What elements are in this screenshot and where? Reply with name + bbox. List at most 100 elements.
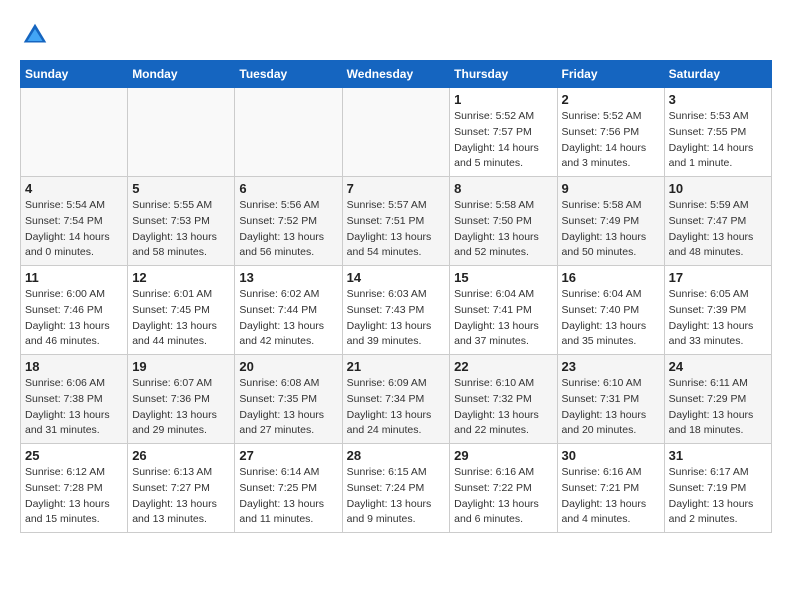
day-number: 19 [132, 359, 230, 374]
day-number: 27 [239, 448, 337, 463]
calendar-cell: 8 Sunrise: 5:58 AMSunset: 7:50 PMDaylight… [450, 177, 557, 266]
calendar-cell [342, 88, 450, 177]
day-info: Sunrise: 6:00 AMSunset: 7:46 PMDaylight:… [25, 287, 123, 350]
calendar-cell: 14 Sunrise: 6:03 AMSunset: 7:43 PMDayligh… [342, 266, 450, 355]
calendar-cell: 23 Sunrise: 6:10 AMSunset: 7:31 PMDayligh… [557, 355, 664, 444]
day-info: Sunrise: 6:11 AMSunset: 7:29 PMDaylight:… [669, 376, 767, 439]
day-number: 6 [239, 181, 337, 196]
day-number: 8 [454, 181, 552, 196]
calendar-cell: 2 Sunrise: 5:52 AMSunset: 7:56 PMDaylight… [557, 88, 664, 177]
calendar-cell: 1 Sunrise: 5:52 AMSunset: 7:57 PMDaylight… [450, 88, 557, 177]
day-number: 20 [239, 359, 337, 374]
day-number: 26 [132, 448, 230, 463]
calendar-cell: 24 Sunrise: 6:11 AMSunset: 7:29 PMDayligh… [664, 355, 771, 444]
calendar-cell: 5 Sunrise: 5:55 AMSunset: 7:53 PMDaylight… [128, 177, 235, 266]
calendar-week-row: 1 Sunrise: 5:52 AMSunset: 7:57 PMDaylight… [21, 88, 772, 177]
day-number: 14 [347, 270, 446, 285]
weekday-header-monday: Monday [128, 61, 235, 88]
calendar-cell [235, 88, 342, 177]
day-info: Sunrise: 6:16 AMSunset: 7:22 PMDaylight:… [454, 465, 552, 528]
day-info: Sunrise: 5:55 AMSunset: 7:53 PMDaylight:… [132, 198, 230, 261]
day-info: Sunrise: 6:17 AMSunset: 7:19 PMDaylight:… [669, 465, 767, 528]
calendar-week-row: 25Sunrise: 6:12 AMSunset: 7:28 PMDayligh… [21, 444, 772, 533]
day-number: 2 [562, 92, 660, 107]
day-number: 1 [454, 92, 552, 107]
calendar-cell: 7 Sunrise: 5:57 AMSunset: 7:51 PMDaylight… [342, 177, 450, 266]
day-number: 21 [347, 359, 446, 374]
calendar-cell: 27 Sunrise: 6:14 AMSunset: 7:25 PMDayligh… [235, 444, 342, 533]
day-number: 12 [132, 270, 230, 285]
day-info: Sunrise: 5:52 AMSunset: 7:56 PMDaylight:… [562, 109, 660, 172]
calendar-header-row: SundayMondayTuesdayWednesdayThursdayFrid… [21, 61, 772, 88]
day-info: Sunrise: 5:58 AMSunset: 7:49 PMDaylight:… [562, 198, 660, 261]
calendar-week-row: 4Sunrise: 5:54 AMSunset: 7:54 PMDaylight… [21, 177, 772, 266]
calendar-cell: 3Sunrise: 5:53 AMSunset: 7:55 PMDaylight… [664, 88, 771, 177]
day-number: 18 [25, 359, 123, 374]
calendar-cell: 9Sunrise: 5:58 AMSunset: 7:49 PMDaylight… [557, 177, 664, 266]
day-number: 25 [25, 448, 123, 463]
day-info: Sunrise: 6:04 AMSunset: 7:41 PMDaylight:… [454, 287, 552, 350]
calendar-cell: 22 Sunrise: 6:10 AMSunset: 7:32 PMDayligh… [450, 355, 557, 444]
day-info: Sunrise: 6:10 AMSunset: 7:31 PMDaylight:… [562, 376, 660, 439]
calendar-cell: 30 Sunrise: 6:16 AMSunset: 7:21 PMDayligh… [557, 444, 664, 533]
day-number: 29 [454, 448, 552, 463]
day-info: Sunrise: 6:14 AMSunset: 7:25 PMDaylight:… [239, 465, 337, 528]
day-info: Sunrise: 5:54 AMSunset: 7:54 PMDaylight:… [25, 198, 123, 261]
weekday-header-saturday: Saturday [664, 61, 771, 88]
calendar-cell: 11 Sunrise: 6:00 AMSunset: 7:46 PMDayligh… [21, 266, 128, 355]
day-number: 7 [347, 181, 446, 196]
day-info: Sunrise: 6:16 AMSunset: 7:21 PMDaylight:… [562, 465, 660, 528]
day-number: 11 [25, 270, 123, 285]
day-number: 30 [562, 448, 660, 463]
weekday-header-friday: Friday [557, 61, 664, 88]
calendar-cell: 10Sunrise: 5:59 AMSunset: 7:47 PMDayligh… [664, 177, 771, 266]
day-info: Sunrise: 6:15 AMSunset: 7:24 PMDaylight:… [347, 465, 446, 528]
day-info: Sunrise: 6:10 AMSunset: 7:32 PMDaylight:… [454, 376, 552, 439]
day-info: Sunrise: 6:03 AMSunset: 7:43 PMDaylight:… [347, 287, 446, 350]
day-info: Sunrise: 6:02 AMSunset: 7:44 PMDaylight:… [239, 287, 337, 350]
weekday-header-thursday: Thursday [450, 61, 557, 88]
calendar-cell: 17 Sunrise: 6:05 AMSunset: 7:39 PMDayligh… [664, 266, 771, 355]
calendar-cell [21, 88, 128, 177]
calendar-cell: 20 Sunrise: 6:08 AMSunset: 7:35 PMDayligh… [235, 355, 342, 444]
calendar-cell: 15 Sunrise: 6:04 AMSunset: 7:41 PMDayligh… [450, 266, 557, 355]
calendar-cell: 25Sunrise: 6:12 AMSunset: 7:28 PMDayligh… [21, 444, 128, 533]
day-info: Sunrise: 5:56 AMSunset: 7:52 PMDaylight:… [239, 198, 337, 261]
day-info: Sunrise: 6:08 AMSunset: 7:35 PMDaylight:… [239, 376, 337, 439]
calendar-cell: 16Sunrise: 6:04 AMSunset: 7:40 PMDayligh… [557, 266, 664, 355]
calendar-cell: 29 Sunrise: 6:16 AMSunset: 7:22 PMDayligh… [450, 444, 557, 533]
day-number: 5 [132, 181, 230, 196]
day-number: 24 [669, 359, 767, 374]
day-number: 16 [562, 270, 660, 285]
day-number: 15 [454, 270, 552, 285]
day-info: Sunrise: 5:59 AMSunset: 7:47 PMDaylight:… [669, 198, 767, 261]
calendar-table: SundayMondayTuesdayWednesdayThursdayFrid… [20, 60, 772, 533]
day-number: 17 [669, 270, 767, 285]
day-number: 13 [239, 270, 337, 285]
calendar-cell: 26 Sunrise: 6:13 AMSunset: 7:27 PMDayligh… [128, 444, 235, 533]
day-info: Sunrise: 6:05 AMSunset: 7:39 PMDaylight:… [669, 287, 767, 350]
calendar-week-row: 18 Sunrise: 6:06 AMSunset: 7:38 PMDayligh… [21, 355, 772, 444]
day-number: 31 [669, 448, 767, 463]
day-info: Sunrise: 6:09 AMSunset: 7:34 PMDaylight:… [347, 376, 446, 439]
logo [20, 20, 55, 50]
day-number: 23 [562, 359, 660, 374]
day-info: Sunrise: 5:53 AMSunset: 7:55 PMDaylight:… [669, 109, 767, 172]
calendar-cell [128, 88, 235, 177]
day-info: Sunrise: 5:58 AMSunset: 7:50 PMDaylight:… [454, 198, 552, 261]
calendar-week-row: 11 Sunrise: 6:00 AMSunset: 7:46 PMDayligh… [21, 266, 772, 355]
calendar-cell: 31 Sunrise: 6:17 AMSunset: 7:19 PMDayligh… [664, 444, 771, 533]
day-info: Sunrise: 6:13 AMSunset: 7:27 PMDaylight:… [132, 465, 230, 528]
day-info: Sunrise: 6:06 AMSunset: 7:38 PMDaylight:… [25, 376, 123, 439]
calendar-cell: 19Sunrise: 6:07 AMSunset: 7:36 PMDayligh… [128, 355, 235, 444]
day-info: Sunrise: 6:01 AMSunset: 7:45 PMDaylight:… [132, 287, 230, 350]
day-info: Sunrise: 5:57 AMSunset: 7:51 PMDaylight:… [347, 198, 446, 261]
weekday-header-tuesday: Tuesday [235, 61, 342, 88]
day-info: Sunrise: 5:52 AMSunset: 7:57 PMDaylight:… [454, 109, 552, 172]
day-number: 28 [347, 448, 446, 463]
weekday-header-wednesday: Wednesday [342, 61, 450, 88]
calendar-cell: 21 Sunrise: 6:09 AMSunset: 7:34 PMDayligh… [342, 355, 450, 444]
calendar-cell: 13 Sunrise: 6:02 AMSunset: 7:44 PMDayligh… [235, 266, 342, 355]
calendar-cell: 18 Sunrise: 6:06 AMSunset: 7:38 PMDayligh… [21, 355, 128, 444]
day-number: 22 [454, 359, 552, 374]
